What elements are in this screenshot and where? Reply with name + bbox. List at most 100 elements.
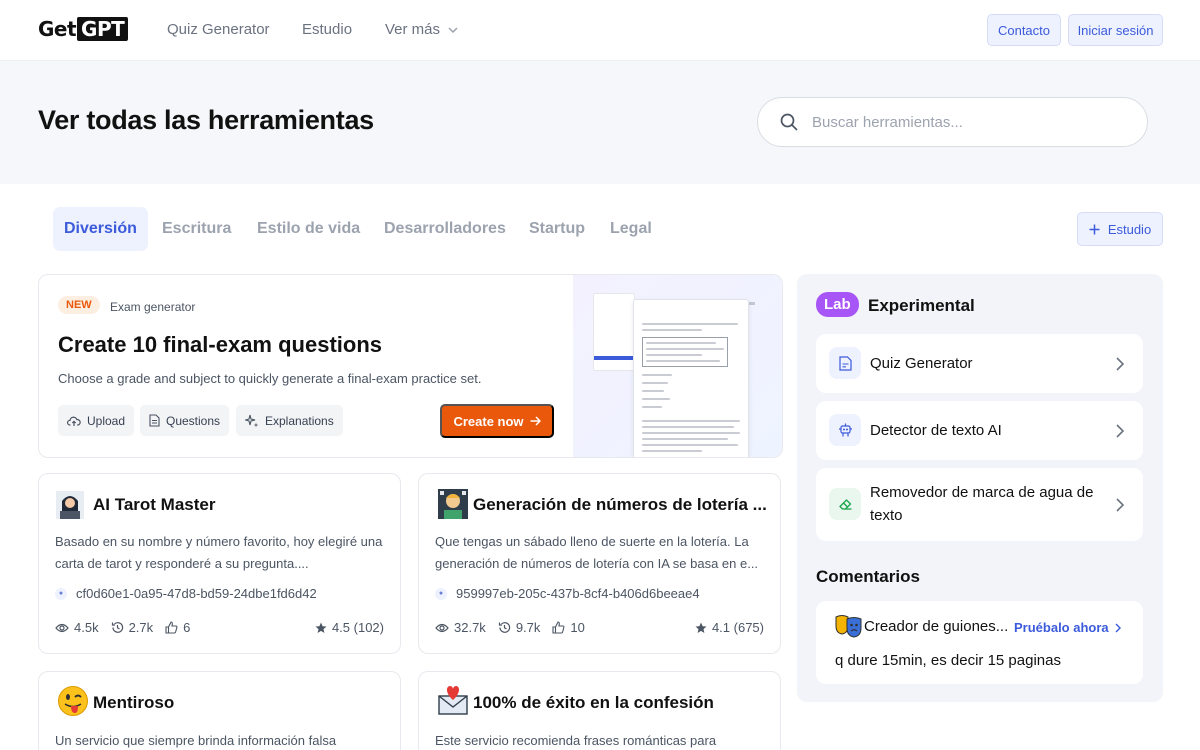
views-stat: 32.7k (435, 620, 486, 635)
nav-link-estudio[interactable]: Estudio (302, 21, 352, 38)
arrow-right-icon (530, 416, 541, 426)
views-stat: 4.5k (55, 620, 99, 635)
getgpt-logo[interactable]: Get GPT (38, 17, 129, 41)
card-description: Un servicio que siempre brinda informaci… (55, 733, 337, 748)
tongue-out-emoji (58, 686, 88, 716)
exam-preview-image (573, 275, 782, 457)
uses-stat: 9.7k (498, 620, 541, 635)
lab-badge: Lab (816, 292, 859, 317)
comments-title: Comentarios (816, 567, 920, 586)
tool-card-confesion[interactable]: 100% de éxito en la confesión Este servi… (418, 671, 781, 750)
tab-desarrolladores[interactable]: Desarrolladores (373, 207, 517, 251)
chip-upload[interactable]: Upload (58, 405, 135, 436)
robot-icon (829, 414, 861, 446)
create-now-button[interactable]: Create now (440, 404, 554, 438)
new-badge: NEW (58, 296, 100, 314)
eye-icon (55, 623, 69, 632)
nav-link-ver-mas[interactable]: Ver más (385, 21, 458, 38)
uses-stat: 2.7k (111, 620, 153, 635)
rating-text: 4.1 (675) (711, 620, 764, 635)
chip-questions-label: Questions (166, 413, 221, 428)
tool-card-lottery-numbers[interactable]: Generación de números de lotería ... Que… (418, 473, 781, 654)
thumbs-up-icon (552, 621, 565, 634)
lottery-avatar (438, 489, 468, 519)
likes-stat[interactable]: 10 (552, 620, 585, 635)
sparkle-icon (245, 414, 259, 427)
chevron-right-icon (1115, 623, 1121, 632)
eraser-icon (829, 488, 861, 520)
lab-item-ai-text-detector[interactable]: Detector de texto AI (816, 401, 1143, 460)
lab-item-label: Quiz Generator (870, 355, 973, 372)
card-stats: 4.5k 2.7k 6 4.5 (102) (55, 620, 384, 635)
try-now-label: Pruébalo ahora (1014, 620, 1109, 635)
eye-icon (435, 623, 449, 632)
tab-legal[interactable]: Legal (599, 207, 663, 251)
lab-item-label: Detector de texto AI (870, 422, 1002, 439)
rating-text: 4.5 (102) (331, 620, 384, 635)
star-icon (315, 622, 327, 633)
lab-item-quiz-generator[interactable]: Quiz Generator (816, 334, 1143, 393)
chip-explanations[interactable]: Explanations (236, 405, 343, 436)
lab-title: Experimental (868, 296, 975, 315)
hero-section: Ver todas las herramientas (0, 61, 1200, 184)
tab-estilo-de-vida[interactable]: Estilo de vida (246, 207, 371, 251)
chip-questions[interactable]: Questions (140, 405, 230, 436)
search-input[interactable] (812, 113, 1112, 131)
contact-button[interactable]: Contacto (987, 14, 1061, 46)
tool-card-ai-tarot-master[interactable]: AI Tarot Master Basado en su nombre y nú… (38, 473, 401, 654)
uses-count: 9.7k (515, 620, 541, 635)
search-icon (780, 113, 798, 131)
tab-startup[interactable]: Startup (518, 207, 596, 251)
try-now-link[interactable]: Pruébalo ahora (1014, 620, 1121, 635)
rating: 4.5 (102) (315, 620, 384, 635)
tab-escritura[interactable]: Escritura (151, 207, 242, 251)
thumbs-up-icon (165, 621, 178, 634)
chip-upload-label: Upload (87, 413, 126, 428)
chevron-down-icon (448, 26, 458, 33)
card-title: 100% de éxito en la confesión (473, 693, 714, 712)
logo-get: Get (38, 17, 77, 41)
history-icon (111, 622, 123, 633)
search-box[interactable] (757, 97, 1148, 147)
logo-gpt: GPT (77, 17, 129, 41)
card-description: Que tengas un sábado lleno de suerte en … (435, 534, 759, 571)
card-title: AI Tarot Master (93, 495, 216, 514)
id-dot-icon: ● (435, 587, 447, 600)
chip-explanations-label: Explanations (265, 413, 334, 428)
featured-exam-card[interactable]: NEW Exam generator Create 10 final-exam … (38, 274, 783, 458)
comment-tool-name: Creador de guiones... (864, 618, 1009, 635)
nav-link-quiz-generator[interactable]: Quiz Generator (167, 21, 270, 38)
likes-count: 10 (570, 620, 585, 635)
chevron-right-icon (1116, 498, 1125, 512)
card-id-text: 959997eb-205c-437b-8cf4-b406d6beeae4 (456, 586, 700, 601)
id-dot-icon: ● (55, 587, 67, 600)
likes-stat[interactable]: 6 (165, 620, 190, 635)
rating: 4.1 (675) (695, 620, 764, 635)
views-count: 32.7k (454, 620, 486, 635)
history-icon (498, 622, 510, 633)
document-icon (149, 414, 160, 427)
chevron-right-icon (1116, 424, 1125, 438)
lab-panel: Lab Experimental Quiz Generator Detector… (797, 274, 1163, 702)
card-title: Generación de números de lotería ... (473, 495, 767, 514)
add-studio-label: Estudio (1107, 221, 1152, 237)
plus-icon (1089, 224, 1100, 234)
feature-description: Choose a grade and subject to quickly ge… (58, 371, 482, 386)
tab-diversion[interactable]: Diversión (53, 207, 148, 251)
tarot-reader-avatar (56, 491, 84, 519)
card-id: ● 959997eb-205c-437b-8cf4-b406d6beeae4 (435, 586, 700, 601)
tool-card-mentiroso[interactable]: Mentiroso Un servicio que siempre brinda… (38, 671, 401, 750)
card-description: Este servicio recomienda frases romántic… (435, 733, 717, 748)
card-stats: 32.7k 9.7k 10 4.1 (675) (435, 620, 764, 635)
lab-item-label: Removedor de marca de agua de texto (870, 484, 1094, 524)
cloud-upload-icon (67, 416, 81, 426)
card-title: Mentiroso (93, 693, 175, 712)
lab-item-watermark-remover[interactable]: Removedor de marca de agua de texto (816, 468, 1143, 541)
comment-card[interactable]: Creador de guiones... Pruébalo ahora q d… (816, 601, 1143, 684)
card-description: Basado en su nombre y número favorito, h… (55, 534, 383, 571)
card-id-text: cf0d60e1-0a95-47d8-bd59-24dbe1fd6d42 (76, 586, 317, 601)
top-nav: Get GPT Quiz Generator Estudio Ver más C… (0, 0, 1200, 61)
quiz-doc-icon (829, 347, 861, 379)
add-studio-button[interactable]: Estudio (1077, 212, 1163, 246)
login-button[interactable]: Iniciar sesión (1068, 14, 1163, 46)
